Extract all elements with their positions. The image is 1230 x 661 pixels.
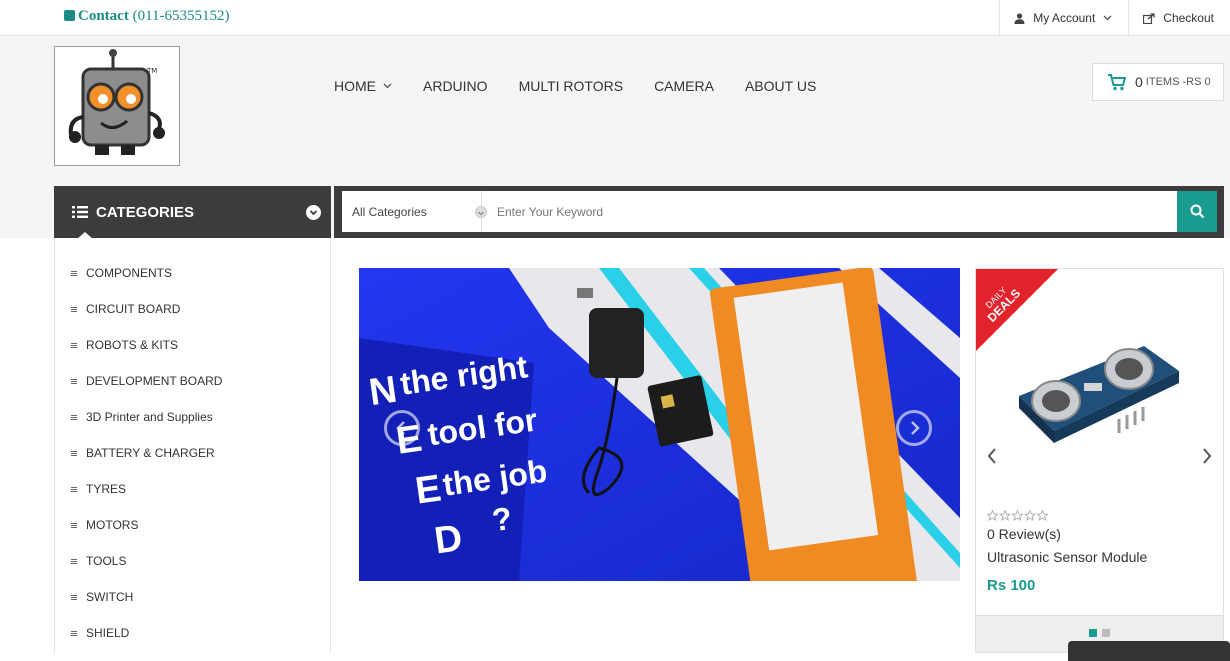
pagination-dot[interactable] xyxy=(1102,629,1110,637)
chevron-left-icon xyxy=(987,448,996,464)
main-nav: HOME ARDUINO MULTI ROTORS CAMERA ABOUT U… xyxy=(334,78,847,94)
bullet-icon xyxy=(71,342,77,348)
nav-about-us-label: ABOUT US xyxy=(744,78,817,94)
my-account-dropdown[interactable]: My Account xyxy=(999,0,1128,36)
svg-text:TM: TM xyxy=(146,67,157,75)
search-bar: All Categories xyxy=(334,186,1224,238)
category-item[interactable]: COMPONENTS xyxy=(55,255,330,291)
header: TM HOME ARDUINO MULTI ROTORS CAMERA ABOU… xyxy=(0,36,1230,239)
search-button[interactable] xyxy=(1177,191,1217,232)
search-icon xyxy=(1190,204,1204,219)
product-image[interactable] xyxy=(1014,331,1184,461)
top-bar: Contact (011-65355152) My Account Checko… xyxy=(0,0,1230,36)
nav-camera[interactable]: CAMERA xyxy=(654,78,714,94)
category-sidebar: COMPONENTS CIRCUIT BOARD ROBOTS & KITS D… xyxy=(54,238,331,653)
bullet-icon xyxy=(71,558,77,564)
nav-multi-rotors[interactable]: MULTI ROTORS xyxy=(519,78,624,94)
hero-banner[interactable]: N the right E tool for E the job D ? xyxy=(359,268,960,581)
bullet-icon xyxy=(71,522,77,528)
cart-button[interactable]: 0 ITEMS -RS 0 xyxy=(1092,63,1224,101)
pagination-dot-active[interactable] xyxy=(1089,629,1097,637)
user-icon xyxy=(1014,12,1025,24)
bullet-icon xyxy=(71,486,77,492)
banner-next-arrow[interactable] xyxy=(896,410,932,446)
chevron-down-icon xyxy=(383,83,392,89)
review-count[interactable]: 0 Review(s) xyxy=(987,526,1061,542)
svg-text:N: N xyxy=(367,369,400,414)
chevron-down-icon xyxy=(1103,15,1112,21)
bullet-icon xyxy=(71,414,77,420)
bullet-icon xyxy=(71,306,77,312)
rating-stars xyxy=(986,509,1049,524)
phone-icon xyxy=(64,10,75,21)
category-label: BATTERY & CHARGER xyxy=(86,446,215,460)
list-icon xyxy=(72,206,88,218)
checkout-link[interactable]: Checkout xyxy=(1128,0,1230,36)
nav-arduino-label: ARDUINO xyxy=(423,78,488,94)
category-item[interactable]: 3D Printer and Supplies xyxy=(55,399,330,435)
share-icon xyxy=(1143,12,1155,24)
cart-icon xyxy=(1108,74,1127,91)
category-item[interactable]: TYRES xyxy=(55,471,330,507)
category-select[interactable]: All Categories xyxy=(342,191,487,232)
category-item[interactable]: MOTORS xyxy=(55,507,330,543)
category-item[interactable]: ROBOTS & KITS xyxy=(55,327,330,363)
categories-toggle[interactable]: CATEGORIES xyxy=(54,186,331,239)
category-select-value: All Categories xyxy=(352,204,427,219)
contact-label: Contact xyxy=(78,8,129,24)
category-label: COMPONENTS xyxy=(86,266,173,280)
category-label: TYRES xyxy=(86,482,127,496)
bullet-icon xyxy=(71,450,77,456)
nav-arduino[interactable]: ARDUINO xyxy=(423,78,488,94)
product-price: Rs 100 xyxy=(987,577,1036,594)
chat-widget[interactable] xyxy=(1068,641,1230,661)
bullet-icon xyxy=(71,594,77,600)
category-label: SHIELD xyxy=(86,626,130,640)
nav-home-label: HOME xyxy=(334,78,376,94)
cart-label: ITEMS -RS 0 xyxy=(1145,76,1211,88)
category-item[interactable]: SWITCH xyxy=(55,579,330,615)
category-label: 3D Printer and Supplies xyxy=(86,410,213,424)
my-account-label: My Account xyxy=(1033,11,1096,25)
site-logo[interactable]: TM xyxy=(54,46,180,166)
categories-title: CATEGORIES xyxy=(96,203,195,221)
bullet-icon xyxy=(71,270,77,276)
nav-camera-label: CAMERA xyxy=(654,78,714,94)
category-label: MOTORS xyxy=(86,518,139,532)
banner-prev-arrow[interactable] xyxy=(384,410,420,446)
category-item[interactable]: SHIELD xyxy=(55,615,330,651)
robot-logo-icon: TM xyxy=(68,49,165,155)
bullet-icon xyxy=(71,378,77,384)
category-item[interactable]: BATTERY & CHARGER xyxy=(55,435,330,471)
category-item[interactable]: CIRCUIT BOARD xyxy=(55,291,330,327)
deals-prev-arrow[interactable] xyxy=(986,447,998,471)
category-label: DEVELOPMENT BOARD xyxy=(86,374,223,388)
chevron-right-icon xyxy=(1203,448,1212,464)
nav-multi-rotors-label: MULTI ROTORS xyxy=(518,78,624,94)
category-label: ROBOTS & KITS xyxy=(86,338,179,352)
category-label: TOOLS xyxy=(86,554,127,568)
product-name[interactable]: Ultrasonic Sensor Module xyxy=(987,549,1147,565)
contact-phone[interactable]: (011-65355152) xyxy=(133,8,230,24)
checkout-label: Checkout xyxy=(1163,11,1214,25)
svg-text:D: D xyxy=(432,517,465,562)
category-label: SWITCH xyxy=(86,590,134,604)
deals-next-arrow[interactable] xyxy=(1201,447,1213,471)
cart-count: 0 xyxy=(1135,74,1143,90)
nav-about-us[interactable]: ABOUT US xyxy=(745,78,816,94)
bullet-icon xyxy=(71,630,77,636)
dropdown-arrow-icon xyxy=(475,206,487,218)
search-input[interactable] xyxy=(482,191,1177,232)
category-item[interactable]: DEVELOPMENT BOARD xyxy=(55,363,330,399)
category-label: CIRCUIT BOARD xyxy=(86,302,181,316)
category-item[interactable]: TOOLS xyxy=(55,543,330,579)
daily-deals-card: DAILY DEALS 0 Review(s) Ultrasonic Senso… xyxy=(975,268,1224,653)
chevron-circle-down-icon xyxy=(306,205,321,220)
banner-image: N the right E tool for E the job D ? xyxy=(359,268,960,581)
contact-info: Contact (011-65355152) xyxy=(64,8,230,25)
nav-home[interactable]: HOME xyxy=(334,78,392,94)
